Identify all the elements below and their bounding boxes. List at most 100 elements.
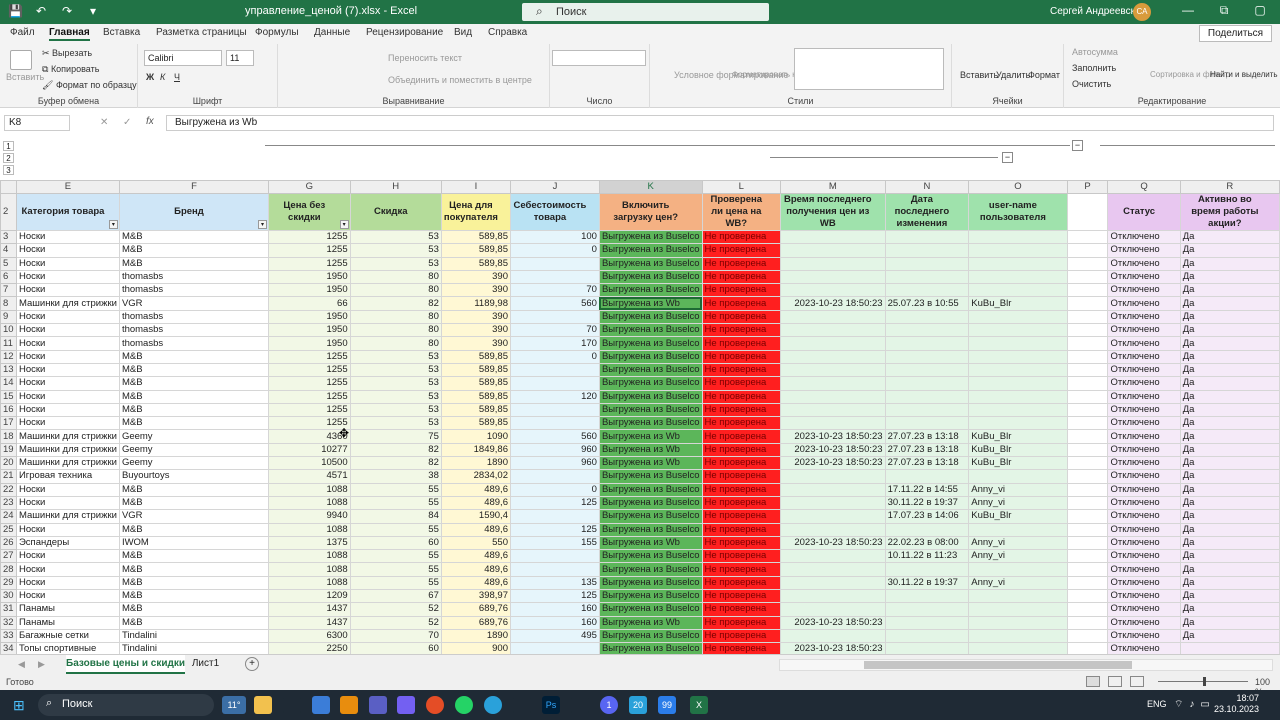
cell-brand[interactable]: Tindalini bbox=[118, 628, 270, 644]
app-dark-icon[interactable] bbox=[513, 696, 531, 714]
cell-price[interactable]: 6300 bbox=[268, 628, 351, 644]
cell-last-fetch[interactable] bbox=[780, 416, 886, 431]
cell-empty[interactable] bbox=[1066, 362, 1109, 378]
cell-last-fetch[interactable] bbox=[780, 309, 886, 325]
cell-last-fetch[interactable] bbox=[780, 323, 886, 338]
cell-empty[interactable] bbox=[1066, 522, 1109, 537]
italic-button[interactable]: К bbox=[160, 72, 165, 82]
cell-last-fetch[interactable]: 2023-10-23 18:50:23 bbox=[780, 615, 886, 630]
paste-icon[interactable] bbox=[10, 50, 32, 70]
row-header[interactable]: 8 bbox=[0, 296, 17, 311]
enter-icon[interactable]: ✓ bbox=[123, 117, 131, 128]
cell-cost[interactable] bbox=[509, 402, 600, 418]
cell-last-fetch[interactable] bbox=[780, 628, 886, 644]
cell-upload-source[interactable]: Выгружена из Buselco bbox=[598, 482, 703, 497]
cell-status[interactable]: Отключено bbox=[1107, 495, 1181, 511]
cell-last-fetch[interactable] bbox=[780, 495, 886, 511]
cell-upload-source[interactable]: Выгружена из Buselco bbox=[598, 309, 703, 325]
cell-buyer-price[interactable]: 489,6 bbox=[440, 575, 511, 591]
cell-category[interactable]: Носки bbox=[15, 376, 120, 391]
whatsapp-icon[interactable] bbox=[455, 696, 473, 714]
cell-username[interactable]: Anny_vi bbox=[968, 549, 1068, 564]
cell-status[interactable]: Отключено bbox=[1107, 456, 1181, 471]
tab-formulas[interactable]: Формулы bbox=[255, 27, 299, 38]
cell-empty[interactable] bbox=[1066, 615, 1109, 630]
cell-username[interactable] bbox=[968, 309, 1068, 325]
cell-status[interactable]: Отключено bbox=[1107, 549, 1181, 564]
cell-last-fetch[interactable] bbox=[780, 229, 886, 245]
cell-brand[interactable]: M&B bbox=[118, 549, 270, 564]
cell-last-fetch[interactable] bbox=[780, 283, 886, 298]
row-header[interactable]: 23 bbox=[0, 495, 17, 511]
cell-empty[interactable] bbox=[1066, 389, 1109, 404]
cell-status[interactable]: Отключено bbox=[1107, 429, 1181, 444]
cell-upload-source[interactable]: Выгружена из Buselco bbox=[598, 256, 703, 271]
cell-cost[interactable] bbox=[509, 256, 600, 271]
cell-last-change[interactable] bbox=[884, 336, 970, 351]
app-clip-icon[interactable] bbox=[571, 696, 589, 714]
cell-last-change[interactable]: 10.11.22 в 11:23 bbox=[884, 549, 970, 564]
cell-cost[interactable] bbox=[509, 509, 600, 524]
viber-icon[interactable] bbox=[397, 696, 415, 714]
cell-cost[interactable] bbox=[509, 416, 600, 431]
cell-price[interactable]: 1255 bbox=[268, 416, 351, 431]
cell-empty[interactable] bbox=[1066, 442, 1109, 458]
cell-category[interactable]: Носки bbox=[15, 589, 120, 604]
cell-brand[interactable]: Geemy bbox=[118, 429, 270, 444]
cell-price[interactable]: 4571 bbox=[268, 469, 351, 484]
cell-upload-source[interactable]: Выгружена из Buselco bbox=[598, 509, 703, 524]
header-last-fetch[interactable]: Время последнего получения цен из WB bbox=[780, 193, 886, 231]
cell-empty[interactable] bbox=[1066, 229, 1109, 245]
cell-discount[interactable]: 80 bbox=[349, 336, 442, 351]
cell-price[interactable]: 1950 bbox=[268, 269, 351, 285]
cell-price[interactable]: 1209 bbox=[268, 589, 351, 604]
wrap-text-button[interactable]: Переносить текст bbox=[388, 53, 462, 63]
cell-brand[interactable]: M&B bbox=[118, 589, 270, 604]
font-size-select[interactable]: 11 bbox=[226, 50, 254, 66]
cell-brand[interactable]: M&B bbox=[118, 575, 270, 591]
cell-brand[interactable]: Buyourtoys bbox=[118, 469, 270, 484]
cell-check-status[interactable]: Не проверена bbox=[701, 509, 782, 524]
cell-username[interactable]: Anny_vi bbox=[968, 482, 1068, 497]
cell-discount[interactable]: 53 bbox=[349, 349, 442, 364]
cell-check-status[interactable]: Не проверена bbox=[701, 469, 782, 484]
cancel-icon[interactable]: ✕ bbox=[100, 117, 108, 128]
cell-brand[interactable]: thomasbs bbox=[118, 336, 270, 351]
save-icon[interactable]: 💾 bbox=[8, 4, 23, 18]
cell-promo-active[interactable]: Да bbox=[1179, 416, 1280, 431]
cell-promo-active[interactable]: Да bbox=[1179, 402, 1280, 418]
row-header[interactable]: 14 bbox=[0, 376, 17, 391]
cell-cost[interactable] bbox=[509, 362, 600, 378]
cell-discount[interactable]: 80 bbox=[349, 269, 442, 285]
cell-check-status[interactable]: Не проверена bbox=[701, 229, 782, 245]
cell-check-status[interactable]: Не проверена bbox=[701, 336, 782, 351]
cell-username[interactable] bbox=[968, 522, 1068, 537]
cell-discount[interactable]: 53 bbox=[349, 229, 442, 245]
cell-cost[interactable]: 160 bbox=[509, 615, 600, 630]
sheet-tab-active[interactable]: Базовые цены и скидки bbox=[66, 655, 185, 674]
row-header[interactable]: 32 bbox=[0, 615, 17, 630]
cell-discount[interactable]: 82 bbox=[349, 296, 442, 311]
cell-brand[interactable]: M&B bbox=[118, 243, 270, 258]
cell-price[interactable]: 1950 bbox=[268, 336, 351, 351]
cell-last-change[interactable] bbox=[884, 243, 970, 258]
cell-upload-source[interactable]: Выгружена из Buselco bbox=[598, 402, 703, 418]
cell-username[interactable]: KuBu_Blr bbox=[968, 456, 1068, 471]
cell-discount[interactable]: 67 bbox=[349, 589, 442, 604]
header-discount[interactable]: Скидка bbox=[349, 193, 442, 231]
cell-empty[interactable] bbox=[1066, 349, 1109, 364]
cell-check-status[interactable]: Не проверена bbox=[701, 416, 782, 431]
cell-discount[interactable]: 82 bbox=[349, 456, 442, 471]
cell-upload-source[interactable]: Выгружена из Buselco bbox=[598, 575, 703, 591]
cell-status[interactable]: Отключено bbox=[1107, 349, 1181, 364]
cell-upload-source[interactable]: Выгружена из Wb bbox=[598, 615, 703, 630]
cell-check-status[interactable]: Не проверена bbox=[701, 362, 782, 378]
cell-last-change[interactable] bbox=[884, 349, 970, 364]
cell-upload-source[interactable]: Выгружена из Buselco bbox=[598, 469, 703, 484]
cell-username[interactable]: KuBu_Blr bbox=[968, 429, 1068, 444]
cell-promo-active[interactable]: Да bbox=[1179, 429, 1280, 444]
cell-discount[interactable]: 55 bbox=[349, 575, 442, 591]
sheet-tab-list1[interactable]: Лист1 bbox=[188, 655, 223, 674]
cell-buyer-price[interactable]: 1849,86 bbox=[440, 442, 511, 458]
autosum-button[interactable]: Автосумма bbox=[1072, 47, 1118, 57]
